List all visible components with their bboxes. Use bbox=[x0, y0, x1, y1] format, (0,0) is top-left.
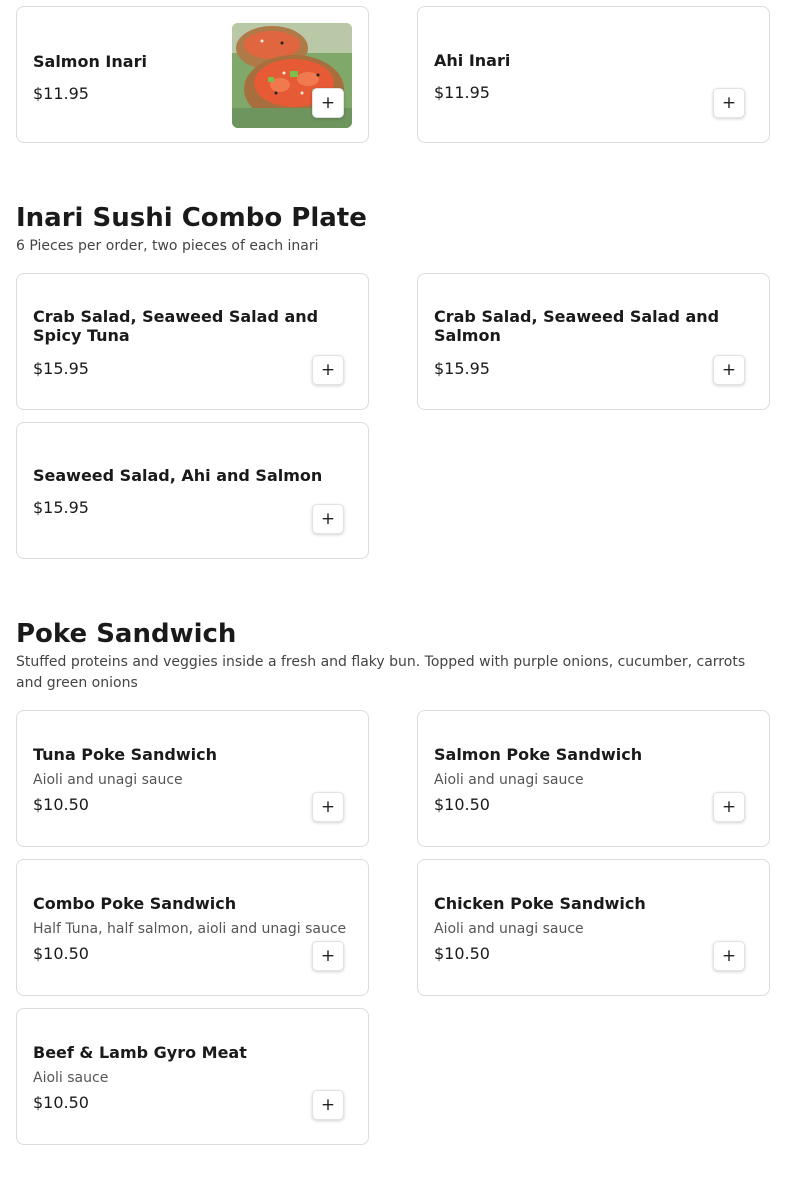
section-description: 6 Pieces per order, two pieces of each i… bbox=[16, 238, 319, 254]
item-price: $15.95 bbox=[33, 498, 89, 517]
item-name: Salmon Inari bbox=[33, 52, 147, 71]
section-title: Poke Sandwich bbox=[16, 619, 237, 649]
section-description: Stuffed proteins and veggies inside a fr… bbox=[16, 654, 746, 691]
plus-icon: + bbox=[320, 93, 336, 113]
item-description: Aioli and unagi sauce bbox=[434, 921, 584, 937]
item-name: Salmon Poke Sandwich bbox=[434, 745, 643, 764]
add-to-cart-button[interactable]: + bbox=[312, 88, 344, 118]
section-title: Inari Sushi Combo Plate bbox=[16, 203, 367, 233]
item-price: $11.95 bbox=[33, 84, 89, 103]
add-to-cart-button[interactable]: + bbox=[312, 504, 344, 534]
menu-item-card[interactable]: Crab Salad, Seaweed Salad and Salmon $15… bbox=[417, 273, 770, 410]
menu-item-card[interactable]: Beef & Lamb Gyro Meat Aioli sauce $10.50… bbox=[16, 1008, 369, 1145]
item-price: $10.50 bbox=[434, 944, 490, 963]
plus-icon: + bbox=[320, 797, 336, 817]
item-name: Combo Poke Sandwich bbox=[33, 894, 237, 913]
item-price: $10.50 bbox=[33, 1093, 89, 1112]
salmon-inari-photo: + bbox=[232, 23, 352, 128]
add-to-cart-button[interactable]: + bbox=[312, 792, 344, 822]
item-price: $15.95 bbox=[434, 359, 490, 378]
item-name: Beef & Lamb Gyro Meat bbox=[33, 1043, 247, 1062]
item-price: $15.95 bbox=[33, 359, 89, 378]
add-to-cart-button[interactable]: + bbox=[312, 941, 344, 971]
menu-item-card[interactable]: Seaweed Salad, Ahi and Salmon $15.95 + bbox=[16, 422, 369, 559]
add-to-cart-button[interactable]: + bbox=[713, 941, 745, 971]
menu-item-card[interactable]: Crab Salad, Seaweed Salad and Spicy Tuna… bbox=[16, 273, 369, 410]
menu-item-card[interactable]: Tuna Poke Sandwich Aioli and unagi sauce… bbox=[16, 710, 369, 847]
item-name: Seaweed Salad, Ahi and Salmon bbox=[33, 466, 323, 485]
menu-item-card[interactable]: Ahi Inari $11.95 + bbox=[417, 6, 770, 143]
add-to-cart-button[interactable]: + bbox=[312, 1090, 344, 1120]
plus-icon: + bbox=[320, 946, 336, 966]
plus-icon: + bbox=[320, 1095, 336, 1115]
plus-icon: + bbox=[320, 360, 336, 380]
item-price: $10.50 bbox=[434, 795, 490, 814]
item-description: Aioli and unagi sauce bbox=[33, 772, 183, 788]
menu-item-card[interactable]: Salmon Poke Sandwich Aioli and unagi sau… bbox=[417, 710, 770, 847]
menu-item-card[interactable]: Combo Poke Sandwich Half Tuna, half salm… bbox=[16, 859, 369, 996]
add-to-cart-button[interactable]: + bbox=[713, 792, 745, 822]
item-price: $11.95 bbox=[434, 83, 490, 102]
add-to-cart-button[interactable]: + bbox=[713, 88, 745, 118]
plus-icon: + bbox=[721, 797, 737, 817]
add-to-cart-button[interactable]: + bbox=[312, 355, 344, 385]
add-to-cart-button[interactable]: + bbox=[713, 355, 745, 385]
plus-icon: + bbox=[721, 946, 737, 966]
item-price: $10.50 bbox=[33, 944, 89, 963]
menu-item-card[interactable]: Chicken Poke Sandwich Aioli and unagi sa… bbox=[417, 859, 770, 996]
item-name: Crab Salad, Seaweed Salad and Spicy Tuna bbox=[33, 307, 319, 345]
item-description: Aioli and unagi sauce bbox=[434, 772, 584, 788]
item-name: Ahi Inari bbox=[434, 51, 511, 70]
plus-icon: + bbox=[721, 360, 737, 380]
item-description: Aioli sauce bbox=[33, 1070, 109, 1086]
item-price: $10.50 bbox=[33, 795, 89, 814]
plus-icon: + bbox=[721, 93, 737, 113]
item-name: Chicken Poke Sandwich bbox=[434, 894, 646, 913]
item-description: Half Tuna, half salmon, aioli and unagi … bbox=[33, 921, 347, 937]
plus-icon: + bbox=[320, 509, 336, 529]
menu-item-card[interactable]: Salmon Inari $11.95 + bbox=[16, 6, 369, 143]
item-name: Tuna Poke Sandwich bbox=[33, 745, 217, 764]
item-name: Crab Salad, Seaweed Salad and Salmon bbox=[434, 307, 720, 345]
